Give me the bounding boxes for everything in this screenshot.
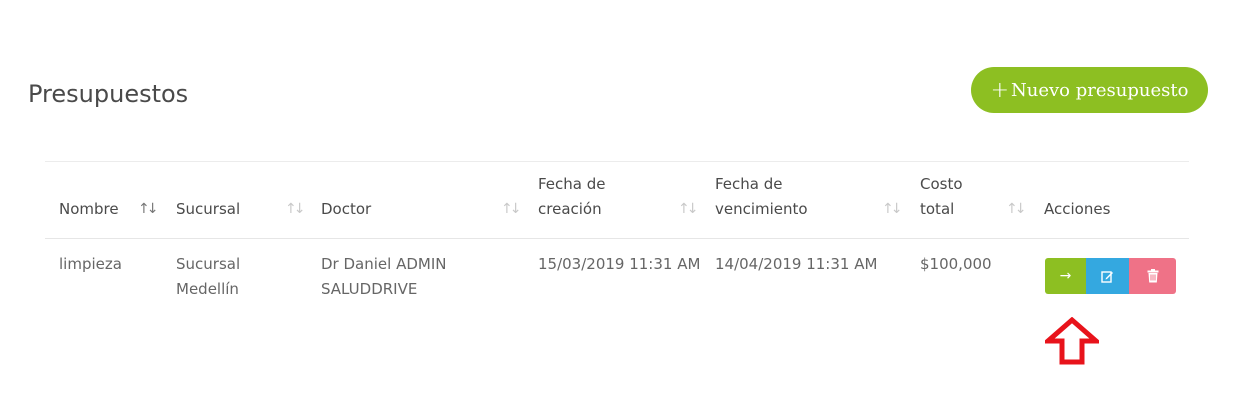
sort-doctor-icon[interactable]: ↑↓ (501, 197, 522, 222)
plus-icon: + (990, 77, 1009, 103)
col-fecha-vencimiento-header[interactable]: Fecha de vencimiento (715, 172, 835, 222)
trash-icon (1147, 269, 1158, 283)
sort-costo-total-icon[interactable]: ↑↓ (1006, 197, 1027, 222)
sort-nombre-icon[interactable]: ↑↓ (138, 197, 159, 222)
table-header: Nombre ↑↓ Sucursal ↑↓ Doctor ↑↓ Fecha de… (45, 161, 1189, 239)
col-fecha-creacion-header[interactable]: Fecha de creación (538, 172, 638, 222)
cell-nombre: limpieza (59, 255, 122, 273)
new-budget-button[interactable]: + Nuevo presupuesto (971, 67, 1208, 113)
cell-fecha-vencimiento: 14/04/2019 11:31 AM (715, 255, 878, 273)
row-actions: → (1045, 258, 1176, 294)
col-acciones-header: Acciones (1044, 200, 1111, 218)
sort-fecha-vencimiento-icon[interactable]: ↑↓ (882, 197, 903, 222)
page-title: Presupuestos (28, 80, 189, 108)
view-budget-button[interactable]: → (1045, 258, 1086, 294)
cell-doctor: Dr Daniel ADMIN SALUDDRIVE (321, 255, 447, 298)
table-row: limpieza Sucursal Medellín Dr Daniel ADM… (45, 239, 1189, 309)
col-costo-total-header[interactable]: Costo total (920, 172, 980, 222)
col-nombre-header[interactable]: Nombre (59, 197, 119, 222)
cell-sucursal: Sucursal Medellín (176, 255, 241, 298)
cell-costo-total: $100,000 (920, 255, 992, 273)
cell-fecha-creacion: 15/03/2019 11:31 AM (538, 255, 701, 273)
edit-budget-button[interactable] (1086, 258, 1129, 294)
sort-sucursal-icon[interactable]: ↑↓ (285, 197, 306, 222)
arrow-right-icon: → (1059, 268, 1072, 284)
edit-icon (1101, 270, 1113, 283)
col-sucursal-header[interactable]: Sucursal (176, 197, 240, 222)
col-doctor-header[interactable]: Doctor (321, 197, 371, 222)
budgets-table: Nombre ↑↓ Sucursal ↑↓ Doctor ↑↓ Fecha de… (45, 161, 1189, 309)
new-budget-label: Nuevo presupuesto (1011, 79, 1189, 101)
red-up-arrow-annotation-icon (1045, 317, 1099, 365)
sort-fecha-creacion-icon[interactable]: ↑↓ (678, 197, 699, 222)
delete-budget-button[interactable] (1129, 258, 1176, 294)
